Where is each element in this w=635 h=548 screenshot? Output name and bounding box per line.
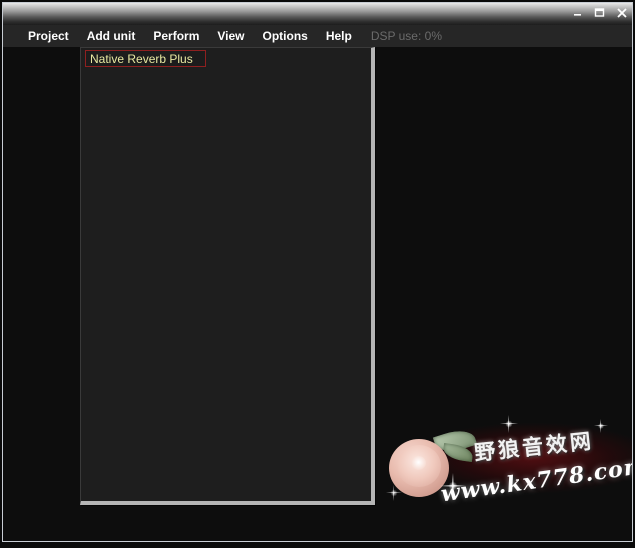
sparkle-star-icon [440, 473, 466, 499]
watermark-url: www.kx778.com [439, 452, 632, 508]
rose-petal [411, 456, 426, 470]
rose-petal [397, 445, 441, 487]
title-bar [3, 3, 632, 25]
dsp-use-status: DSP use: 0% [370, 29, 442, 43]
rose-petal [389, 439, 449, 497]
rose-leaf-icon [442, 442, 474, 463]
window-controls [571, 6, 628, 19]
desktop-background: Project Add unit Perform View Options He… [0, 0, 635, 548]
maximize-icon[interactable] [593, 6, 606, 19]
menu-bar: Project Add unit Perform View Options He… [3, 25, 632, 47]
menu-item-perform[interactable]: Perform [144, 26, 208, 46]
rose-leaf-icon [432, 425, 478, 457]
menu-item-add-unit[interactable]: Add unit [78, 26, 145, 46]
close-icon[interactable] [615, 6, 628, 19]
watermark-site-name: 野狼音效网 [473, 428, 596, 466]
rose-petal [405, 451, 433, 477]
menu-item-help[interactable]: Help [317, 26, 361, 46]
minimize-icon[interactable] [571, 6, 584, 19]
menu-item-options[interactable]: Options [254, 26, 317, 46]
watermark-glow [412, 423, 632, 493]
menu-item-view[interactable]: View [208, 26, 253, 46]
sparkle-star-icon [386, 485, 402, 501]
site-watermark: 野狼音效网 www.kx778.com [382, 415, 632, 523]
dropdown-item-native-reverb-plus[interactable]: Native Reverb Plus [85, 50, 206, 67]
sparkle-star-icon [594, 419, 608, 433]
application-window: Project Add unit Perform View Options He… [2, 2, 633, 542]
menu-item-project[interactable]: Project [19, 26, 78, 46]
rose-flower-image [387, 425, 478, 505]
dropdown-item-list: Native Reverb Plus [81, 48, 371, 67]
sparkle-star-icon [500, 415, 518, 433]
add-unit-dropdown-panel: Native Reverb Plus [80, 47, 375, 505]
